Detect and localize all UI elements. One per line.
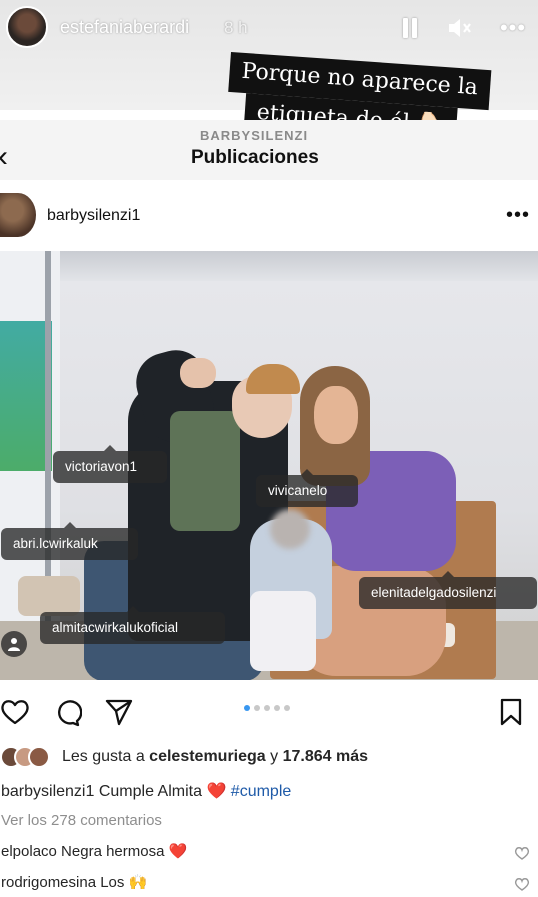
post-caption: barbysilenzi1 Cumple Almita ❤️ #cumple (1, 781, 291, 801)
liker-avatars[interactable] (0, 746, 56, 768)
carousel-dot-active (244, 705, 250, 711)
story-more-icon[interactable]: ••• (496, 14, 530, 42)
stool (18, 576, 80, 616)
tent-roof (0, 251, 538, 281)
photo-tag[interactable]: elenitadelgadosilenzi (359, 571, 537, 609)
post-options-icon[interactable]: ••• (506, 204, 530, 227)
photo-tag[interactable]: victoriavon1 (53, 445, 167, 483)
liker-avatar (28, 746, 50, 768)
carousel-dot (284, 705, 290, 711)
comment-row: elpolaco Negra hermosa ❤️ (1, 842, 187, 860)
back-arrow-icon[interactable]: ‹ (0, 140, 8, 174)
photo-tag[interactable]: vivicanelo (256, 469, 358, 507)
user-tags-icon[interactable] (1, 631, 27, 657)
carousel-dot (254, 705, 260, 711)
story-username[interactable]: estefaniaberardi (60, 17, 189, 38)
post-username[interactable]: barbysilenzi1 (47, 207, 140, 225)
heart-emoji-icon: ❤️ (168, 843, 188, 860)
photo-tag[interactable]: almitacwirkalukoficial (40, 606, 225, 644)
story-avatar[interactable] (6, 6, 48, 48)
heart-icon[interactable] (0, 697, 30, 727)
woman-face (314, 386, 358, 444)
caption-hashtag[interactable]: #cumple (226, 783, 291, 800)
likes-count[interactable]: 17.864 más (283, 748, 368, 765)
blurred-face (270, 509, 310, 549)
view-comments-link[interactable]: Ver los 278 comentarios (1, 812, 162, 829)
mute-icon[interactable] (446, 14, 474, 42)
likes-user[interactable]: celestemuriega (149, 748, 266, 765)
comment-username[interactable]: elpolaco (1, 843, 57, 860)
comment-text: Los (96, 874, 129, 891)
story-time: 8 h (224, 18, 248, 37)
photo-tag[interactable]: abri.lcwirkaluk (1, 522, 138, 560)
likes-prefix: Les gusta a (62, 748, 150, 765)
likes-summary[interactable]: Les gusta a celestemuriega y 17.864 más (62, 748, 368, 766)
comment-username[interactable]: rodrigomesina (1, 874, 96, 891)
comment-icon[interactable] (52, 697, 83, 727)
heart-emoji-icon: ❤️ (206, 783, 227, 800)
pause-icon[interactable] (398, 14, 422, 42)
man-hand (180, 358, 216, 388)
likes-middle: y (265, 748, 283, 765)
caption-text: Cumple Almita (94, 783, 207, 800)
raised-hands-emoji-icon: 🙌 (128, 874, 148, 891)
story-header: estefaniaberardi 8 h ••• (0, 0, 538, 58)
man-cap (246, 364, 300, 394)
caption-username[interactable]: barbysilenzi1 (1, 783, 94, 800)
child-legs (250, 591, 316, 671)
share-icon[interactable] (104, 697, 134, 727)
carousel-dot (274, 705, 280, 711)
bookmark-icon[interactable] (496, 697, 526, 727)
nav-title: Publicaciones (191, 147, 319, 168)
carousel-dot (264, 705, 270, 711)
carousel-indicator (244, 705, 290, 711)
nav-subtitle: BARBYSILENZI (200, 128, 309, 143)
man-shirt (170, 411, 240, 531)
comment-text: Negra hermosa (56, 843, 169, 860)
comment-like-icon[interactable] (514, 845, 530, 861)
post-avatar[interactable] (0, 193, 36, 237)
comment-row: rodrigomesina Los 🙌 (1, 873, 147, 891)
comment-like-icon[interactable] (514, 876, 530, 892)
